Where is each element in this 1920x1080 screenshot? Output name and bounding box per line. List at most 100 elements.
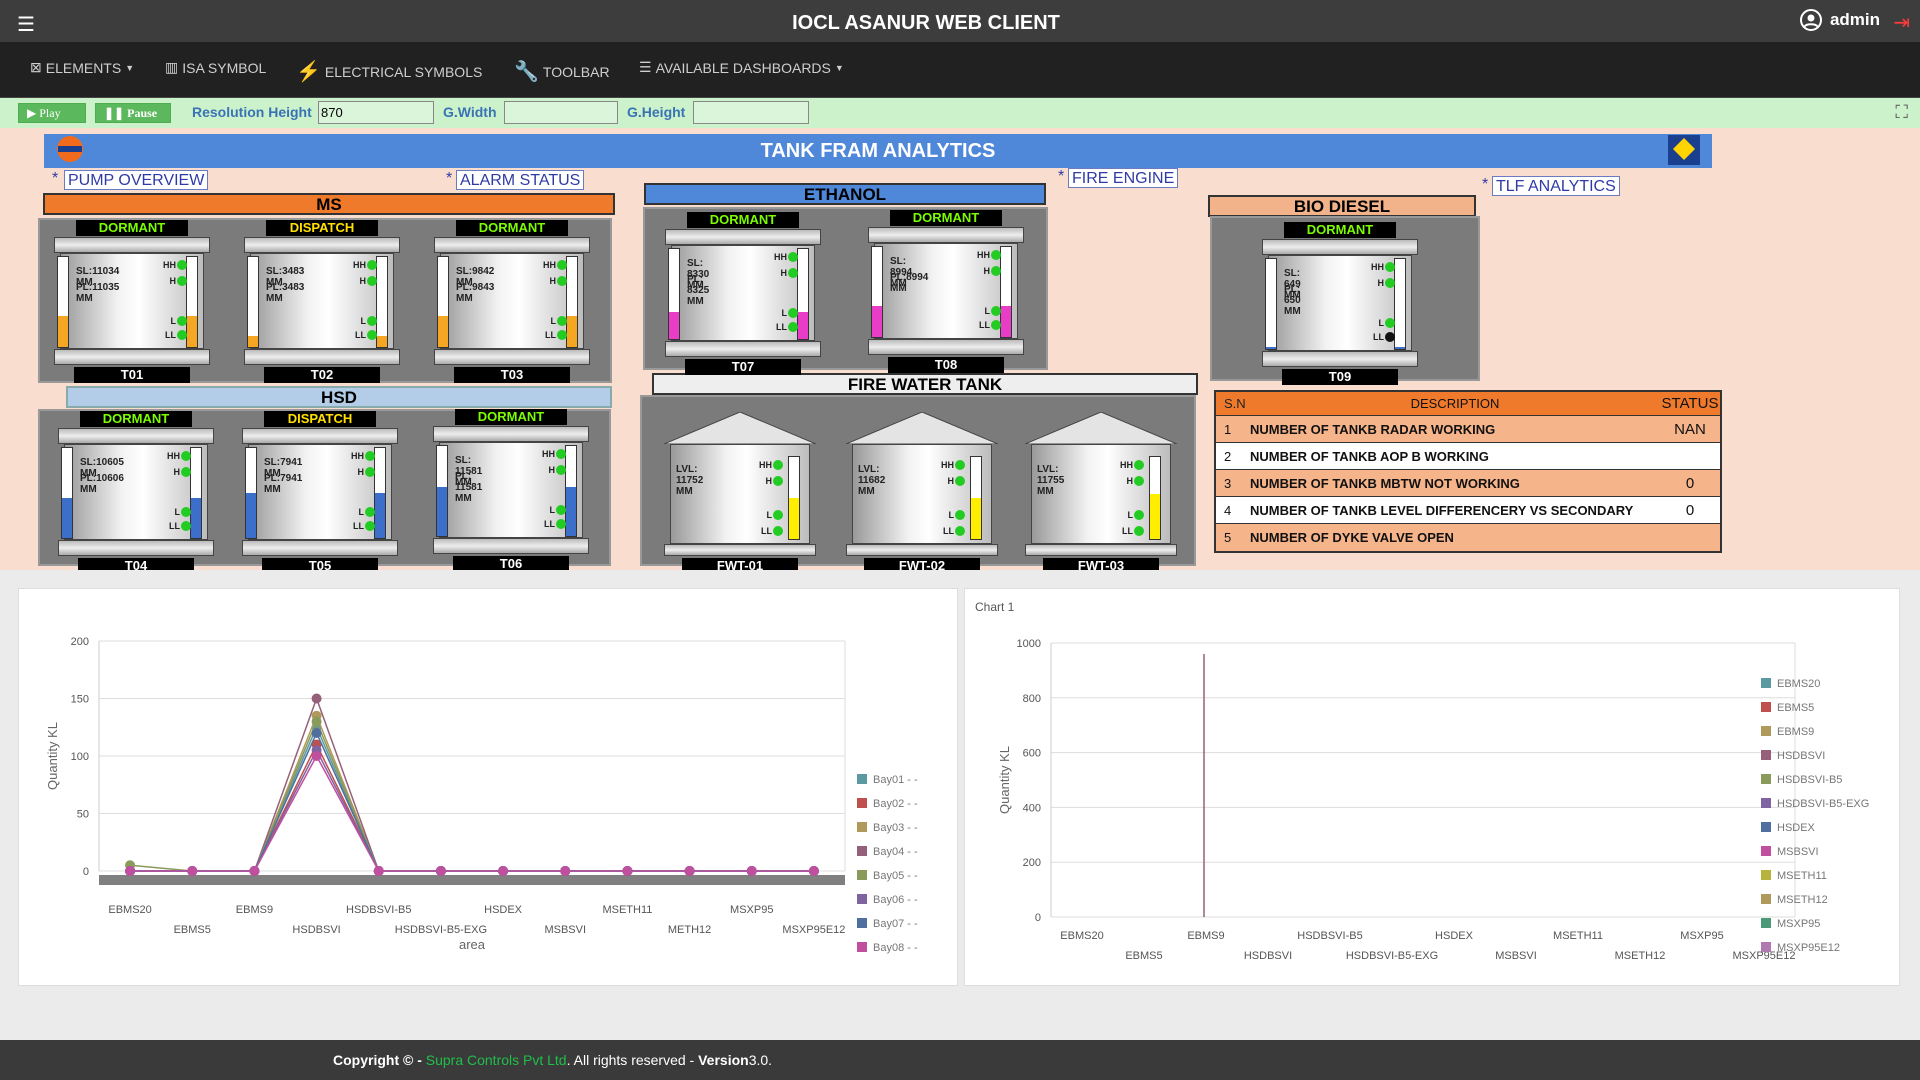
legend-swatch [857, 798, 867, 808]
tank-base [242, 540, 398, 556]
row-description: NUMBER OF TANKB MBTW NOT WORKING [1250, 475, 1520, 491]
h-label: H [548, 465, 556, 475]
chart-title: Chart 1 [975, 600, 1015, 614]
tank-level-gauge-right [1000, 246, 1012, 338]
gauge-fill [567, 315, 577, 347]
fire-tank-level-gauge [1149, 456, 1161, 540]
hh-indicator [788, 252, 798, 262]
l-indicator [181, 507, 191, 517]
tank-pl-reading: PL:10606 MM [80, 473, 124, 495]
hh-label: HH [941, 460, 954, 470]
ll-label: LL [776, 322, 787, 332]
h-label: H [549, 276, 557, 286]
l-label: L [360, 316, 367, 326]
tank-name: T07 [685, 359, 801, 375]
fire-tank-level-reading: LVL: 11682 MM [858, 464, 886, 497]
l-label: L [766, 510, 773, 520]
y-tick-label: 0 [1035, 912, 1041, 924]
tank-base [54, 349, 210, 365]
tank-state: DISPATCH [266, 220, 378, 236]
pause-button[interactable]: ❚❚ Pause [95, 103, 171, 123]
tank-level-gauge-left [247, 256, 259, 348]
data-point [311, 728, 322, 738]
gauge-fill [566, 486, 576, 536]
l-label: L [358, 507, 365, 517]
y-tick-label: 0 [83, 866, 89, 878]
l-indicator [1385, 318, 1395, 328]
menu-toolbar[interactable]: 🔧 TOOLBAR [514, 59, 610, 84]
x-tick-label: HSDBSVI-B5 [346, 904, 411, 916]
pump-overview-link[interactable]: PUMP OVERVIEW [64, 170, 209, 190]
row-sn: 2 [1224, 448, 1232, 464]
menu-elements[interactable]: ⊠ ELEMENTS ▼ [30, 59, 134, 76]
data-point [435, 866, 446, 876]
alarm-status-link[interactable]: ALARM STATUS [456, 170, 585, 190]
table-row: 2 NUMBER OF TANKB AOP B WORKING [1216, 443, 1720, 470]
menu-isa-symbol[interactable]: ▥ ISA SYMBOL [165, 59, 266, 76]
tank-roof [242, 428, 398, 444]
legend-entry: MSXP95E12 [1777, 942, 1840, 954]
hh-label: HH [353, 260, 366, 270]
tank-state: DORMANT [80, 411, 192, 427]
tlf-analytics-link[interactable]: TLF ANALYTICS [1492, 176, 1620, 196]
h-indicator [556, 465, 566, 475]
gwidth-input[interactable] [504, 101, 618, 124]
gauge-fill [438, 315, 448, 347]
tank-level-gauge-left [57, 256, 69, 348]
data-point [498, 866, 509, 876]
footer: Copyright © - Supra Controls Pvt Ltd. Al… [0, 1040, 1920, 1080]
fire-tank-base [1025, 544, 1177, 556]
ll-indicator [181, 521, 191, 531]
x-tick-label: METH12 [668, 924, 711, 936]
x-tick-label: HSDBSVI [292, 924, 340, 936]
ll-indicator [365, 521, 375, 531]
resolution-height-input[interactable] [318, 101, 434, 124]
series-line [130, 725, 814, 872]
ll-label: LL [353, 521, 364, 531]
y-tick-label: 150 [71, 694, 89, 706]
control-bar: ▶ Play ❚❚ Pause Resolution Height G.Widt… [0, 98, 1920, 128]
menu-available-dashboards[interactable]: ☰ AVAILABLE DASHBOARDS ▼ [639, 59, 844, 76]
fire-tank-roof [664, 412, 816, 444]
tank-pl-reading: PL: 11581 MM [455, 471, 483, 504]
ll-indicator [557, 330, 567, 340]
series-line [130, 696, 814, 872]
user-menu[interactable]: admin [1799, 9, 1880, 31]
legend-swatch [1761, 918, 1771, 928]
ll-indicator [556, 519, 566, 529]
gheight-input[interactable] [693, 101, 809, 124]
ll-indicator [955, 526, 965, 536]
legend-entry: Bay01 - - [873, 774, 918, 786]
tank-name: T09 [1282, 369, 1398, 385]
h-indicator [991, 266, 1001, 276]
company-link[interactable]: Supra Controls Pvt Ltd [426, 1052, 567, 1068]
gauge-fill [971, 498, 981, 539]
x-tick-label: EBMS20 [1060, 930, 1103, 942]
fire-engine-link[interactable]: FIRE ENGINE [1068, 168, 1179, 188]
ll-label: LL [1373, 332, 1384, 342]
menu-electrical-symbols[interactable]: ⚡ ELECTRICAL SYMBOLS [296, 59, 482, 84]
y-tick-label: 200 [1023, 857, 1041, 869]
legend-swatch [1761, 870, 1771, 880]
play-button[interactable]: ▶ Play [18, 103, 86, 123]
fullscreen-icon[interactable]: ⛶ [1895, 102, 1908, 123]
gauge-fill [375, 493, 385, 538]
y-tick-label: 50 [77, 809, 89, 821]
link-bullet: * [52, 170, 59, 187]
hh-label: HH [543, 260, 556, 270]
l-label: L [549, 505, 556, 515]
fire-tank-base [664, 544, 816, 556]
header-description: DESCRIPTION [1410, 396, 1500, 411]
x-tick-label: HSDEX [1435, 930, 1474, 942]
hh-indicator [365, 451, 375, 461]
logout-icon[interactable]: ⇥ [1893, 10, 1910, 35]
ll-label: LL [544, 519, 555, 529]
link-bullet: * [1058, 168, 1065, 185]
legend-entry: MSETH12 [1777, 894, 1828, 906]
fire-tank-base [846, 544, 998, 556]
legend-entry: HSDBSVI [1777, 750, 1825, 762]
table-row: 3 NUMBER OF TANKB MBTW NOT WORKING 0 [1216, 470, 1720, 497]
h-indicator [365, 467, 375, 477]
h-label: H [765, 476, 773, 486]
h-indicator [177, 276, 187, 286]
